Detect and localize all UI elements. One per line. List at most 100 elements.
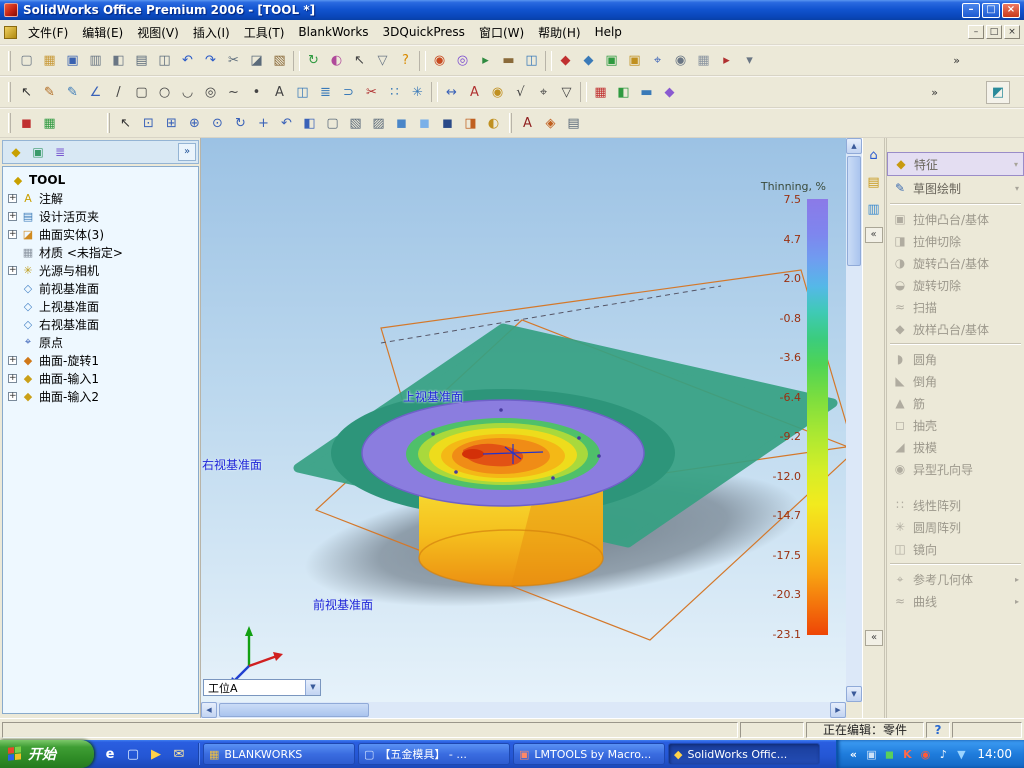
menu-item[interactable]: 窗口(W): [472, 20, 531, 45]
help-icon[interactable]: ?: [394, 50, 417, 72]
feature-tree-item[interactable]: ◇ 右视基准面: [3, 315, 198, 333]
hidden-lines-visible-icon[interactable]: ▧: [344, 112, 367, 134]
toolbar-separator[interactable]: [419, 50, 426, 71]
section-view-icon[interactable]: ◨: [459, 112, 482, 134]
featuremanager-tab-icon[interactable]: ◆: [5, 142, 27, 162]
mirror-entities-icon[interactable]: ◫: [291, 81, 314, 103]
cut-icon[interactable]: ✂: [222, 50, 245, 72]
rectangle-icon[interactable]: ▢: [130, 81, 153, 103]
draft[interactable]: ◢ 拔模: [887, 436, 1024, 458]
mesh-display-icon[interactable]: ▦: [38, 112, 61, 134]
loft-boss-base[interactable]: ◆ 放样凸台/基体: [887, 318, 1024, 340]
configurationmanager-tab-icon[interactable]: ≣: [49, 142, 71, 162]
viewport-canvas[interactable]: 上视基准面 右视基准面 前视基准面 Thinning, % 7.5 4.7 2.0 -…: [201, 138, 846, 702]
vertical-scroll-thumb[interactable]: [847, 156, 861, 266]
chamfer[interactable]: ◣ 倒角: [887, 370, 1024, 392]
zoom-to-fit-icon[interactable]: ⊡: [137, 112, 160, 134]
menu-item[interactable]: 编辑(E): [75, 20, 130, 45]
sketch-header[interactable]: ✎ 草图绘制 ▾: [887, 176, 1024, 200]
launch-media-icon[interactable]: ▶: [146, 744, 166, 764]
horizontal-scroll-thumb[interactable]: [219, 703, 369, 717]
result-plot-icon[interactable]: ◼: [15, 112, 38, 134]
tray-network-icon[interactable]: ▼: [953, 746, 969, 762]
menu-item[interactable]: Help: [588, 21, 629, 43]
revolved-boss-base[interactable]: ◑ 旋转凸台/基体: [887, 252, 1024, 274]
circular-sketch-pattern-icon[interactable]: ✳: [406, 81, 429, 103]
feature-tree-item[interactable]: + ✳ 光源与相机: [3, 261, 198, 279]
menu-item[interactable]: 文件(F): [21, 20, 75, 45]
wireframe-icon[interactable]: ▢: [321, 112, 344, 134]
save-icon[interactable]: ▣: [61, 50, 84, 72]
menu-item[interactable]: 3DQuickPress: [376, 21, 472, 43]
feature-tree-item[interactable]: + ◆ 曲面-输入2: [3, 387, 198, 405]
feature-tree-item[interactable]: ◇ 前视基准面: [3, 279, 198, 297]
scroll-left-icon[interactable]: ◀: [201, 702, 217, 718]
offset-entities-icon[interactable]: ≣: [314, 81, 337, 103]
dimension-icon[interactable]: ↔: [440, 81, 463, 103]
expand-icon[interactable]: +: [8, 355, 17, 365]
customize-icon[interactable]: ▾: [738, 50, 761, 72]
smart-dimension-icon[interactable]: ∠: [84, 81, 107, 103]
viewport-horizontal-scrollbar[interactable]: ◀ ▶: [201, 702, 846, 718]
circular-pattern[interactable]: ✳ 圆周阵列: [887, 516, 1024, 538]
convert-entities-icon[interactable]: ⊃: [337, 81, 360, 103]
curves[interactable]: ≈ 曲线 ▸: [887, 590, 1024, 612]
open-icon[interactable]: ▦: [38, 50, 61, 72]
3dquickpress-strip-icon[interactable]: ◆: [577, 50, 600, 72]
linear-pattern[interactable]: ∷ 线性阵列: [887, 494, 1024, 516]
arc-icon[interactable]: ◡: [176, 81, 199, 103]
make-drawing-icon[interactable]: ▥: [84, 50, 107, 72]
combo-dropdown-icon[interactable]: ▼: [305, 680, 320, 695]
taskbar-task-button[interactable]: ◆ SolidWorks Offic...: [668, 743, 820, 765]
tray-hide-icon[interactable]: «: [845, 746, 861, 762]
analysis-report-icon[interactable]: ▤: [562, 112, 585, 134]
make-assembly-icon[interactable]: ◧: [107, 50, 130, 72]
fillet[interactable]: ◗ 圆角: [887, 348, 1024, 370]
spline-icon[interactable]: ~: [222, 81, 245, 103]
expand-icon[interactable]: +: [8, 373, 17, 383]
pan-icon[interactable]: +: [252, 112, 275, 134]
options-icon[interactable]: ▦: [692, 50, 715, 72]
expand-icon[interactable]: +: [8, 229, 17, 239]
taskbar-task-button[interactable]: ▢ 【五金模具】 - ...: [358, 743, 510, 765]
feature-tree-item[interactable]: ◇ 上视基准面: [3, 297, 198, 315]
sketch-icon[interactable]: ✎: [38, 81, 61, 103]
quickpress-die-set-icon[interactable]: ◆: [658, 81, 681, 103]
toolbar-grip[interactable]: [509, 113, 512, 133]
note-icon[interactable]: A: [463, 81, 486, 103]
paste-icon[interactable]: ▧: [268, 50, 291, 72]
tray-alert-icon[interactable]: ◉: [917, 746, 933, 762]
launch-mail-icon[interactable]: ✉: [169, 744, 189, 764]
mdi-minimize-button[interactable]: –: [968, 25, 984, 39]
zoom-to-selection-icon[interactable]: ⊙: [206, 112, 229, 134]
zoom-to-area-icon[interactable]: ⊞: [160, 112, 183, 134]
menu-item[interactable]: 工具(T): [237, 20, 292, 45]
datum-feature-icon[interactable]: ▽: [555, 81, 578, 103]
task-pane-toggle-icon[interactable]: ◩: [986, 81, 1010, 104]
ellipse-icon[interactable]: ◎: [199, 81, 222, 103]
select-icon[interactable]: ↖: [15, 81, 38, 103]
undo-icon[interactable]: ↶: [176, 50, 199, 72]
edit-color-icon[interactable]: ◐: [325, 50, 348, 72]
datum-plane-label[interactable]: 上视基准面: [403, 388, 463, 405]
point-icon[interactable]: •: [245, 81, 268, 103]
redo-icon[interactable]: ↷: [199, 50, 222, 72]
home-icon[interactable]: ⌂: [865, 146, 883, 164]
launch-browser-icon[interactable]: e: [100, 744, 120, 764]
datum-plane-label[interactable]: 前视基准面: [313, 596, 373, 613]
extruded-boss-base[interactable]: ▣ 拉伸凸台/基体: [887, 208, 1024, 230]
scroll-right-icon[interactable]: ▶: [830, 702, 846, 718]
taskbar-task-button[interactable]: ▦ BLANKWORKS: [203, 743, 355, 765]
toolbar-grip[interactable]: [8, 82, 11, 102]
linear-sketch-pattern-icon[interactable]: ∷: [383, 81, 406, 103]
balloon-icon[interactable]: ◉: [486, 81, 509, 103]
feature-tree-item[interactable]: + ◆ 曲面-旋转1: [3, 351, 198, 369]
menu-item[interactable]: BlankWorks: [291, 21, 375, 43]
taskbar-task-button[interactable]: ▣ LMTOOLS by Macro...: [513, 743, 665, 765]
design-library-icon[interactable]: ▤: [865, 173, 883, 191]
mirror-feature[interactable]: ◫ 镜向: [887, 538, 1024, 560]
mdi-close-button[interactable]: ×: [1004, 25, 1020, 39]
edrawings-publish-icon[interactable]: ◉: [428, 50, 451, 72]
realview-icon[interactable]: ◐: [482, 112, 505, 134]
new-document-icon[interactable]: ▢: [15, 50, 38, 72]
